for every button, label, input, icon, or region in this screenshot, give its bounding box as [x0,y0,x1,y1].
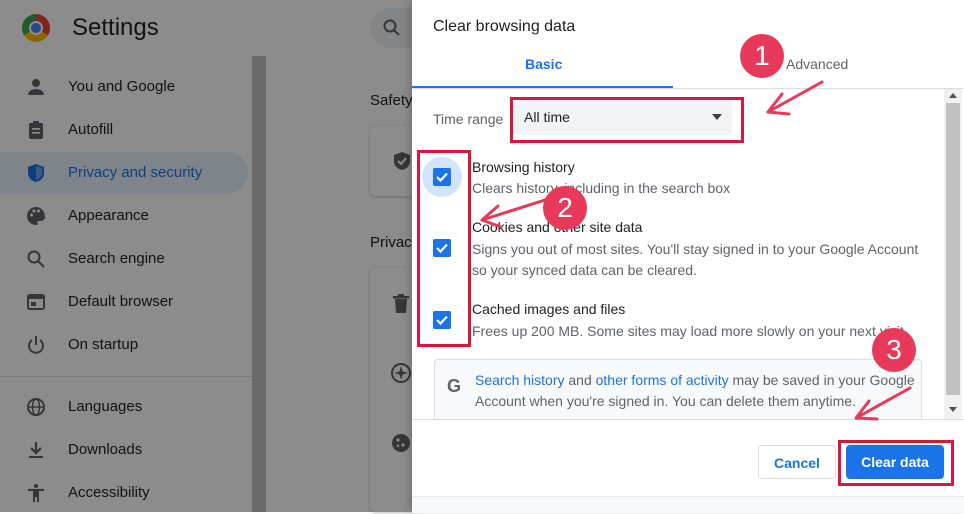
dialog-scrollbar[interactable] [944,89,962,419]
dialog-title: Clear browsing data [433,18,576,35]
info-text-part: and [564,372,596,388]
cached-images-title: Cached images and files [472,301,626,317]
annotation-step-1: 1 [740,34,784,78]
tab-advanced[interactable]: Advanced [786,56,848,72]
dialog-bottom-strip [412,496,964,513]
footer-divider [412,419,964,420]
google-account-info: G Search history and other forms of acti… [434,359,922,419]
annotation-box-time-range [510,97,744,143]
cancel-button[interactable]: Cancel [758,445,836,479]
annotation-step-2: 2 [543,186,587,230]
scroll-up-arrow-icon[interactable] [949,93,957,98]
other-activity-link[interactable]: other forms of activity [596,372,729,388]
cookies-description: Signs you out of most sites. You'll stay… [472,241,919,278]
google-g-icon: G [447,376,462,396]
time-range-label: Time range [433,111,504,127]
scroll-down-arrow-icon[interactable] [949,407,957,412]
annotation-step-3: 3 [872,328,916,372]
browsing-history-title: Browsing history [472,159,575,175]
clear-browsing-data-dialog: Clear browsing data Basic Advanced Time … [412,0,964,513]
search-history-link[interactable]: Search history [475,372,564,388]
info-text: Search history and other forms of activi… [475,370,915,412]
browsing-history-description: Clears history, including in the search … [472,180,731,196]
annotation-box-checkboxes [417,150,471,347]
annotation-box-clear-data [838,440,954,486]
modal-backdrop[interactable] [0,0,412,512]
cached-images-description: Frees up 200 MB. Some sites may load mor… [472,323,908,339]
scrollbar-thumb[interactable] [946,103,960,395]
tab-basic[interactable]: Basic [525,56,562,72]
